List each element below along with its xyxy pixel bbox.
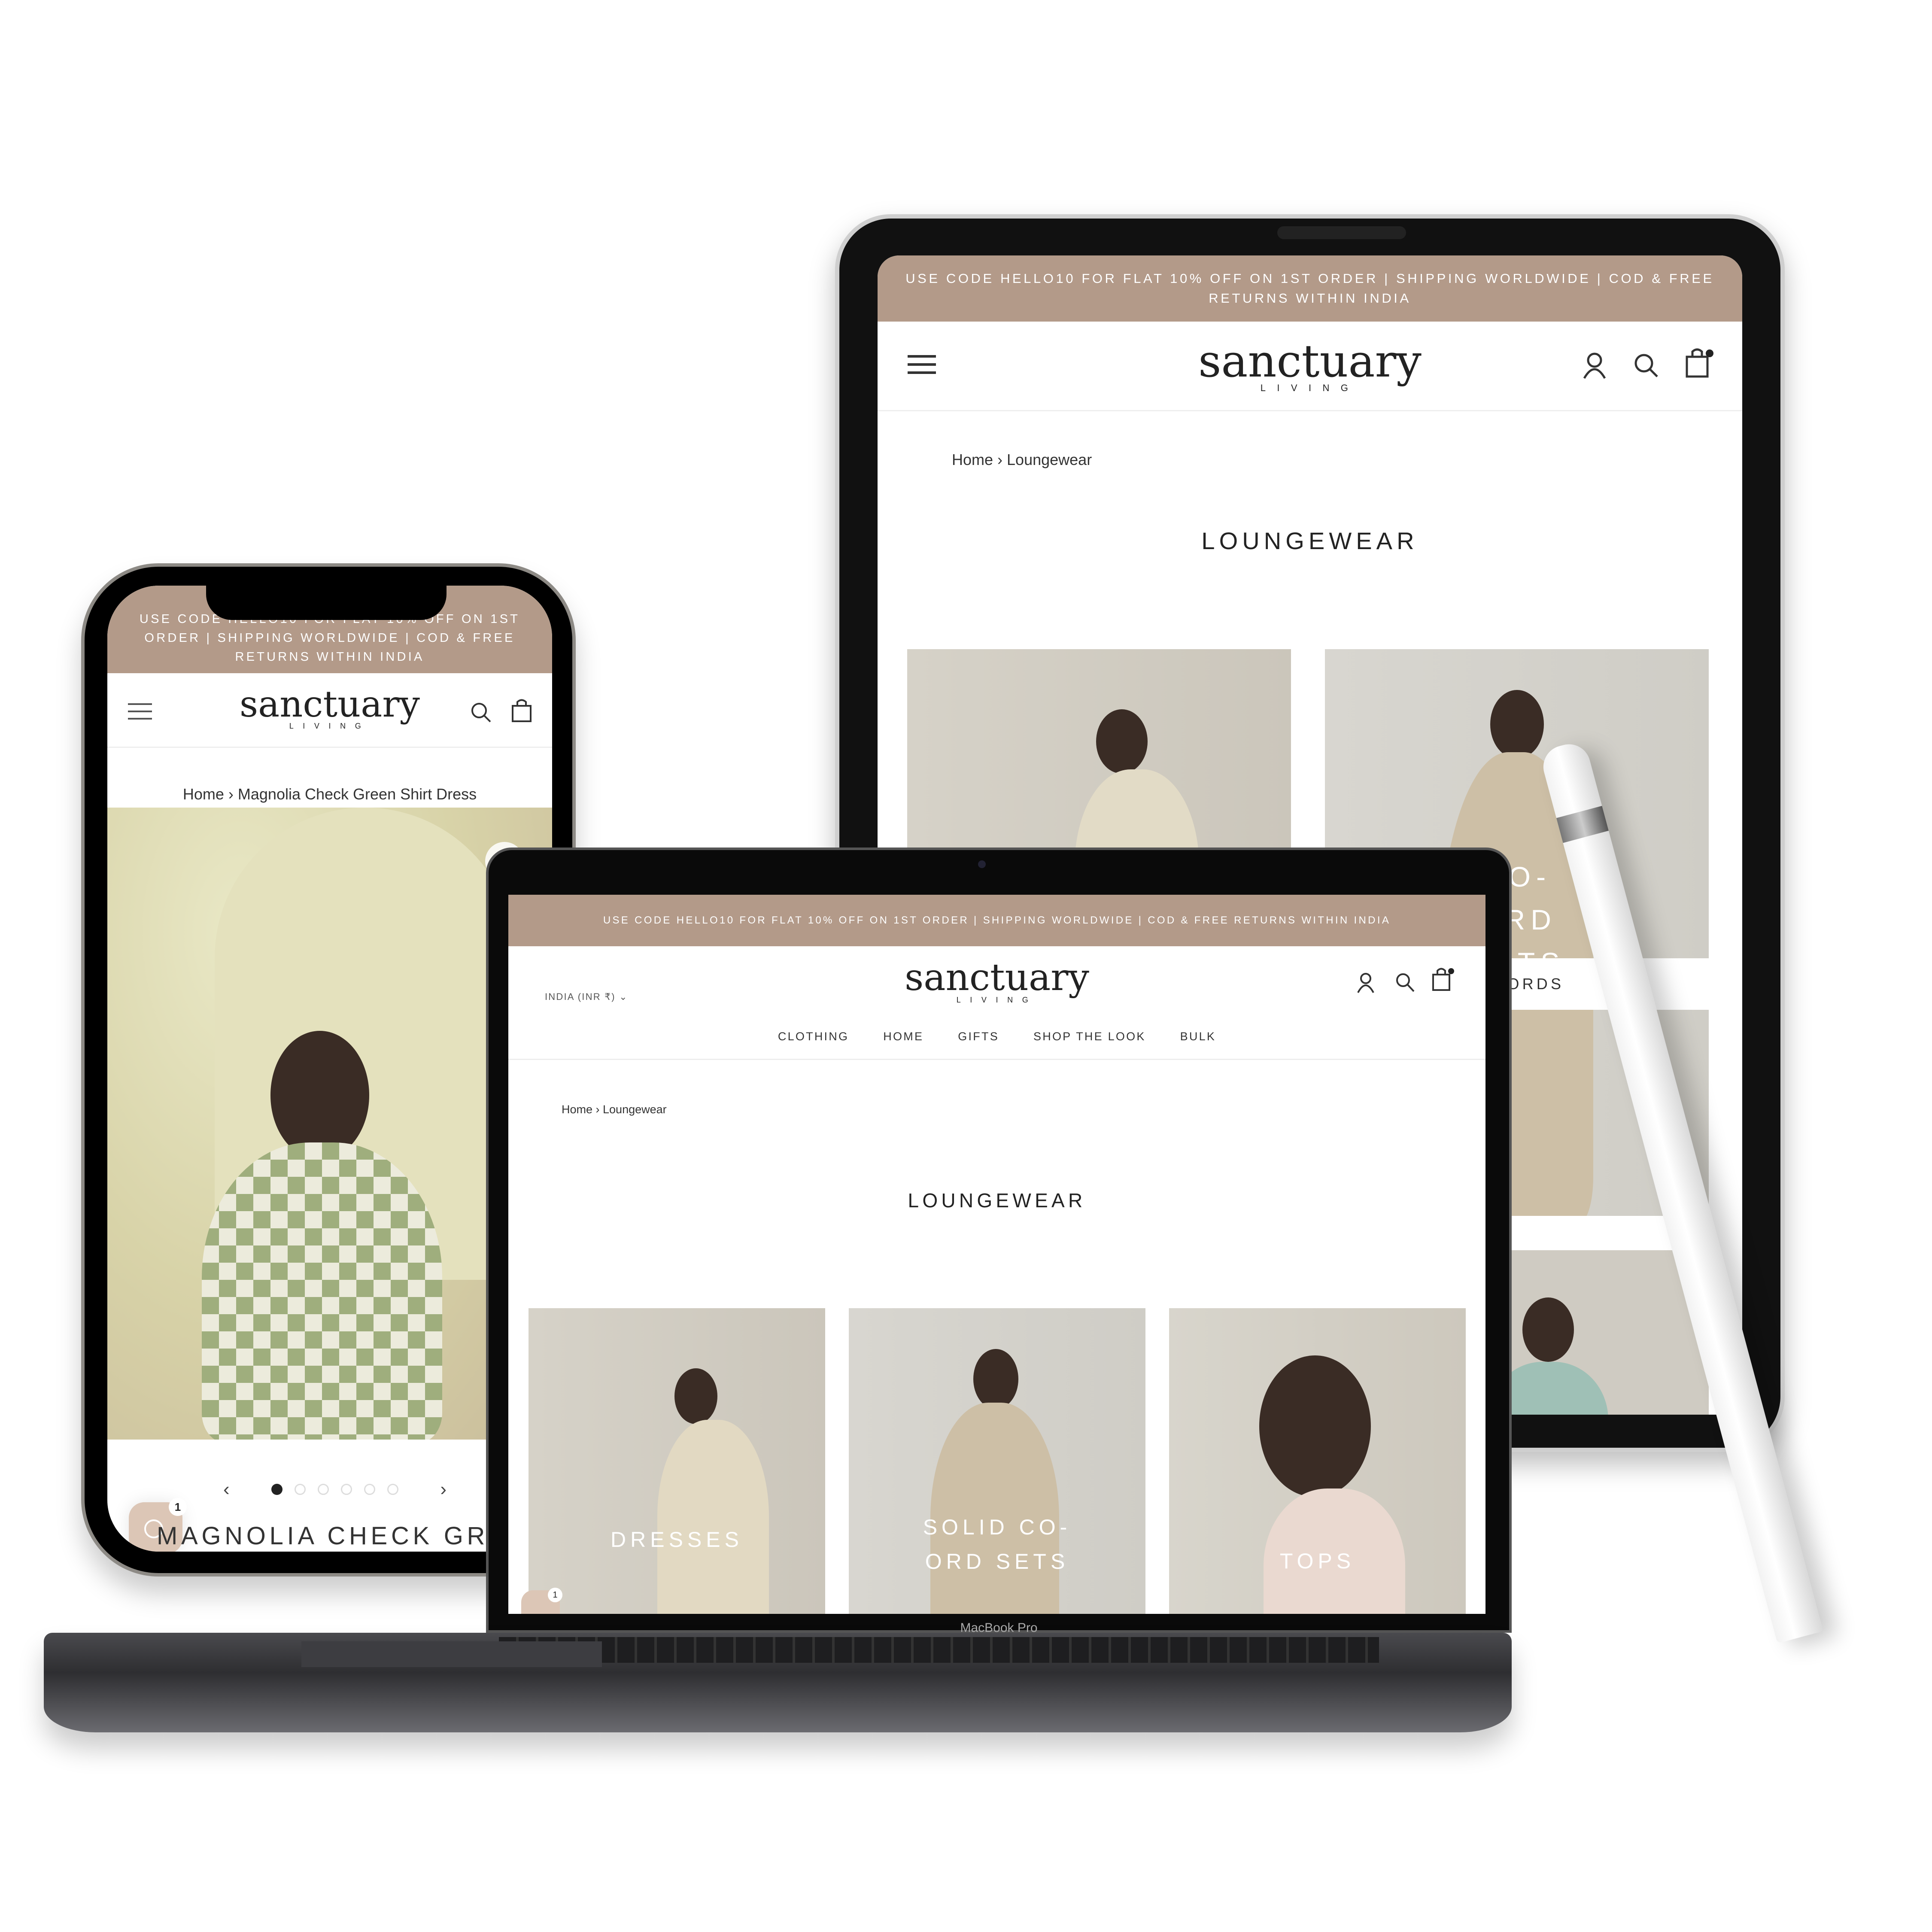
header-divider xyxy=(508,1059,1485,1060)
nav-item-bulk[interactable]: BULK xyxy=(1180,1030,1216,1043)
laptop-camera xyxy=(978,860,986,868)
model-image xyxy=(1259,1355,1371,1497)
model-image xyxy=(973,1349,1018,1409)
nav-item-clothing[interactable]: CLOTHING xyxy=(778,1030,849,1043)
model-image xyxy=(1096,709,1148,774)
chat-badge: 1 xyxy=(169,1498,187,1516)
product-image[interactable]: + xyxy=(107,808,552,1440)
account-icon[interactable] xyxy=(1582,352,1607,379)
announcement-bar: USE CODE HELLO10 FOR FLAT 10% OFF ON 1ST… xyxy=(508,895,1485,946)
carousel-dot[interactable] xyxy=(387,1484,398,1495)
chat-badge: 1 xyxy=(548,1588,562,1602)
hamburger-menu-icon[interactable] xyxy=(908,354,936,375)
main-nav: CLOTHING HOME GIFTS SHOP THE LOOK BULK xyxy=(508,1030,1485,1043)
model-image xyxy=(930,1403,1059,1614)
carousel-controls: ‹ › xyxy=(223,1479,447,1500)
whatsapp-chat-button[interactable]: 1 xyxy=(521,1588,562,1614)
carousel-dot[interactable] xyxy=(295,1484,306,1495)
page-title: LOUNGEWEAR xyxy=(1201,527,1419,554)
laptop-device: USE CODE HELLO10 FOR FLAT 10% OFF ON 1ST… xyxy=(486,848,1512,1635)
pencil-band xyxy=(1556,805,1609,843)
laptop-screen: USE CODE HELLO10 FOR FLAT 10% OFF ON 1ST… xyxy=(508,895,1485,1614)
tile-label: DRESSES xyxy=(611,1528,743,1552)
product-title: MAGNOLIA CHECK GREE xyxy=(157,1522,529,1550)
model-image xyxy=(657,1420,769,1614)
chevron-down-icon: ⌄ xyxy=(619,991,628,1002)
brand-logo[interactable]: sanctuary LIVING xyxy=(1181,339,1439,393)
category-tile[interactable]: TOPS xyxy=(1169,1308,1466,1614)
nav-item-home[interactable]: HOME xyxy=(883,1030,923,1043)
hamburger-menu-icon[interactable] xyxy=(128,702,152,720)
laptop-base xyxy=(44,1633,1512,1732)
model-image xyxy=(1522,1297,1574,1362)
logo-text: sanctuary xyxy=(905,956,1089,999)
breadcrumb[interactable]: Home › Magnolia Check Green Shirt Dress xyxy=(107,785,552,803)
trackpad xyxy=(301,1641,602,1667)
carousel-prev-icon[interactable]: ‹ xyxy=(223,1479,230,1500)
tablet-camera xyxy=(1277,226,1406,239)
tile-label: TOPS xyxy=(1279,1549,1355,1573)
page-title: LOUNGEWEAR xyxy=(908,1189,1086,1212)
model-image xyxy=(270,1031,369,1160)
nav-item-shop-the-look[interactable]: SHOP THE LOOK xyxy=(1033,1030,1146,1043)
phone-notch xyxy=(206,586,447,620)
announcement-text: USE CODE HELLO10 FOR FLAT 10% OFF ON 1ST… xyxy=(603,914,1391,926)
cart-icon[interactable] xyxy=(1431,967,1455,992)
header: sanctuary LIVING xyxy=(878,322,1742,411)
account-icon[interactable] xyxy=(1356,972,1375,993)
currency-selector[interactable]: INDIA (INR ₹) ⌄ xyxy=(545,991,628,1002)
search-icon[interactable] xyxy=(470,702,492,723)
logo-text: sanctuary xyxy=(1198,335,1422,387)
model-image xyxy=(674,1368,717,1424)
carousel-dot[interactable] xyxy=(364,1484,375,1495)
carousel-next-icon[interactable]: › xyxy=(440,1479,447,1500)
cart-icon[interactable] xyxy=(511,698,532,722)
breadcrumb[interactable]: Home › Loungewear xyxy=(952,451,1092,469)
logo-text: sanctuary xyxy=(240,683,420,725)
tile-label: SOLID CO-ORD SETS xyxy=(923,1515,1072,1574)
search-icon[interactable] xyxy=(1395,972,1415,993)
category-tile[interactable]: SOLID CO-ORD SETS xyxy=(849,1308,1145,1614)
announcement-text: USE CODE HELLO10 FOR FLAT 10% OFF ON 1ST… xyxy=(905,271,1714,306)
carousel-dots xyxy=(271,1484,398,1495)
currency-label: INDIA (INR ₹) xyxy=(545,991,616,1002)
nav-item-gifts[interactable]: GIFTS xyxy=(958,1030,999,1043)
phone-screen: USE CODE HELLO10 FOR FLAT 10% OFF ON 1ST… xyxy=(107,586,552,1552)
cart-icon[interactable] xyxy=(1685,347,1715,378)
carousel-dot[interactable] xyxy=(271,1484,283,1495)
search-icon[interactable] xyxy=(1633,352,1659,378)
carousel-dot[interactable] xyxy=(341,1484,352,1495)
model-image xyxy=(202,1142,442,1440)
announcement-bar: USE CODE HELLO10 FOR FLAT 10% OFF ON 1ST… xyxy=(878,255,1742,322)
carousel-dot[interactable] xyxy=(318,1484,329,1495)
header: sanctuary LIVING xyxy=(107,673,552,748)
model-image xyxy=(1490,690,1544,759)
breadcrumb[interactable]: Home › Loungewear xyxy=(562,1103,667,1116)
keyboard xyxy=(499,1637,1379,1663)
brand-logo[interactable]: sanctuary LIVING xyxy=(222,686,437,730)
brand-logo[interactable]: sanctuary LIVING xyxy=(890,959,1104,1004)
category-tile[interactable]: DRESSES xyxy=(529,1308,825,1614)
